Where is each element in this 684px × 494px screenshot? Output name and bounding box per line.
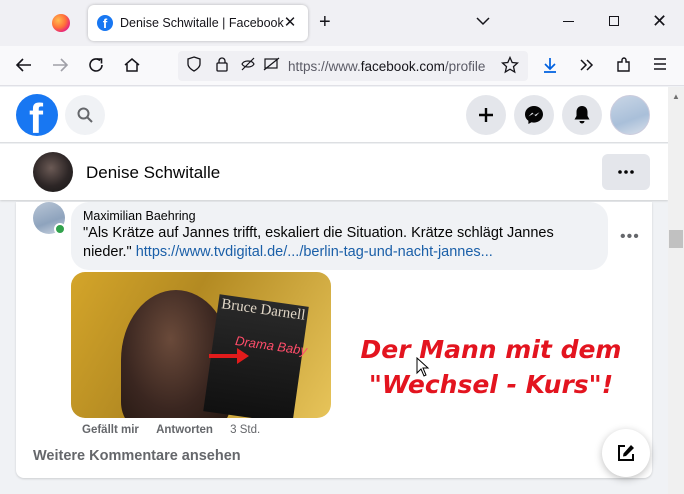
tab-title: Denise Schwitalle | Facebook	[120, 16, 284, 30]
plus-icon	[479, 108, 493, 122]
facebook-logo-icon[interactable]: f	[16, 94, 58, 136]
scrollbar-thumb[interactable]	[669, 230, 683, 248]
messenger-button[interactable]	[514, 95, 554, 135]
forward-arrow-icon[interactable]	[50, 56, 70, 76]
create-button[interactable]	[466, 95, 506, 135]
overlay-line-2: "Wechsel - Kurs"!	[368, 370, 614, 399]
profile-name[interactable]: Denise Schwitalle	[86, 163, 220, 183]
messenger-icon	[525, 106, 543, 124]
back-arrow-icon[interactable]	[14, 56, 34, 76]
overflow-chevrons-icon[interactable]	[577, 56, 597, 76]
facebook-header: f	[0, 87, 668, 143]
ellipsis-icon	[618, 170, 634, 174]
reload-icon[interactable]	[86, 56, 106, 76]
reply-link[interactable]: Antworten	[156, 424, 213, 436]
new-tab-icon[interactable]: +	[319, 12, 331, 32]
like-link[interactable]: Gefällt mir	[82, 424, 139, 436]
lock-icon[interactable]	[212, 56, 232, 76]
browser-tab-active[interactable]: f Denise Schwitalle | Facebook ✕	[88, 5, 308, 41]
permissions-icon[interactable]	[238, 56, 258, 76]
profile-avatar[interactable]	[33, 152, 73, 192]
compose-icon	[618, 445, 634, 461]
search-button[interactable]	[65, 95, 105, 135]
overlay-caption: Der Mann mit dem "Wechsel - Kurs"!	[346, 332, 636, 402]
window-close-icon[interactable]: ✕	[652, 11, 667, 32]
online-status-dot	[54, 223, 66, 235]
shield-icon[interactable]	[184, 56, 204, 76]
hamburger-menu-icon[interactable]	[650, 56, 670, 76]
comment-text: "Als Krätze auf Jannes trifft, eskaliert…	[83, 225, 554, 260]
tab-list-chevron-icon[interactable]	[476, 13, 490, 29]
comment-actions: Gefällt mir Antworten 3 Std.	[82, 424, 260, 436]
tracking-blocked-icon[interactable]	[262, 56, 282, 76]
bell-icon	[574, 106, 590, 124]
profile-header-strip: Denise Schwitalle	[0, 144, 668, 200]
tab-close-icon[interactable]: ✕	[280, 13, 300, 33]
home-icon[interactable]	[122, 56, 142, 76]
mouse-cursor-icon	[416, 357, 430, 377]
window-minimize-icon[interactable]	[563, 21, 574, 22]
facebook-favicon-icon: f	[97, 15, 113, 31]
bookmark-star-icon[interactable]	[500, 55, 520, 76]
scroll-up-arrow-icon[interactable]: ▲	[672, 92, 680, 101]
page-scrollbar[interactable]	[668, 87, 684, 494]
comment-link[interactable]: https://www.tvdigital.de/.../berlin-tag-…	[136, 244, 493, 260]
comment-options-icon[interactable]: •••	[620, 228, 640, 246]
firefox-icon[interactable]	[52, 14, 70, 32]
extensions-puzzle-icon[interactable]	[614, 56, 634, 76]
photo-red-arrow-head	[237, 348, 249, 364]
comment-timestamp[interactable]: 3 Std.	[230, 424, 260, 436]
new-message-button[interactable]	[602, 429, 650, 477]
profile-more-button[interactable]	[602, 154, 650, 190]
view-more-comments-link[interactable]: Weitere Kommentare ansehen	[33, 448, 241, 464]
url-text[interactable]: https://www.facebook.com/profile	[288, 59, 494, 74]
notifications-button[interactable]	[562, 95, 602, 135]
browser-nav-bar: https://www.facebook.com/profile	[0, 46, 684, 86]
url-bar[interactable]: https://www.facebook.com/profile	[178, 51, 528, 81]
post-comments-card: Maximilian Baehring "Als Krätze auf Jann…	[16, 202, 652, 478]
comment-bubble: Maximilian Baehring "Als Krätze auf Jann…	[71, 202, 608, 270]
comment-photo[interactable]: Bruce Darnell Drama Baby	[71, 272, 331, 418]
browser-tab-strip: f Denise Schwitalle | Facebook ✕ + ✕	[0, 0, 684, 46]
account-avatar[interactable]	[610, 95, 650, 135]
comment-author-name[interactable]: Maximilian Baehring	[83, 209, 596, 223]
download-icon[interactable]	[540, 56, 560, 76]
overlay-line-1: Der Mann mit dem	[360, 335, 622, 364]
search-icon	[77, 107, 93, 123]
window-maximize-icon[interactable]	[609, 16, 619, 26]
